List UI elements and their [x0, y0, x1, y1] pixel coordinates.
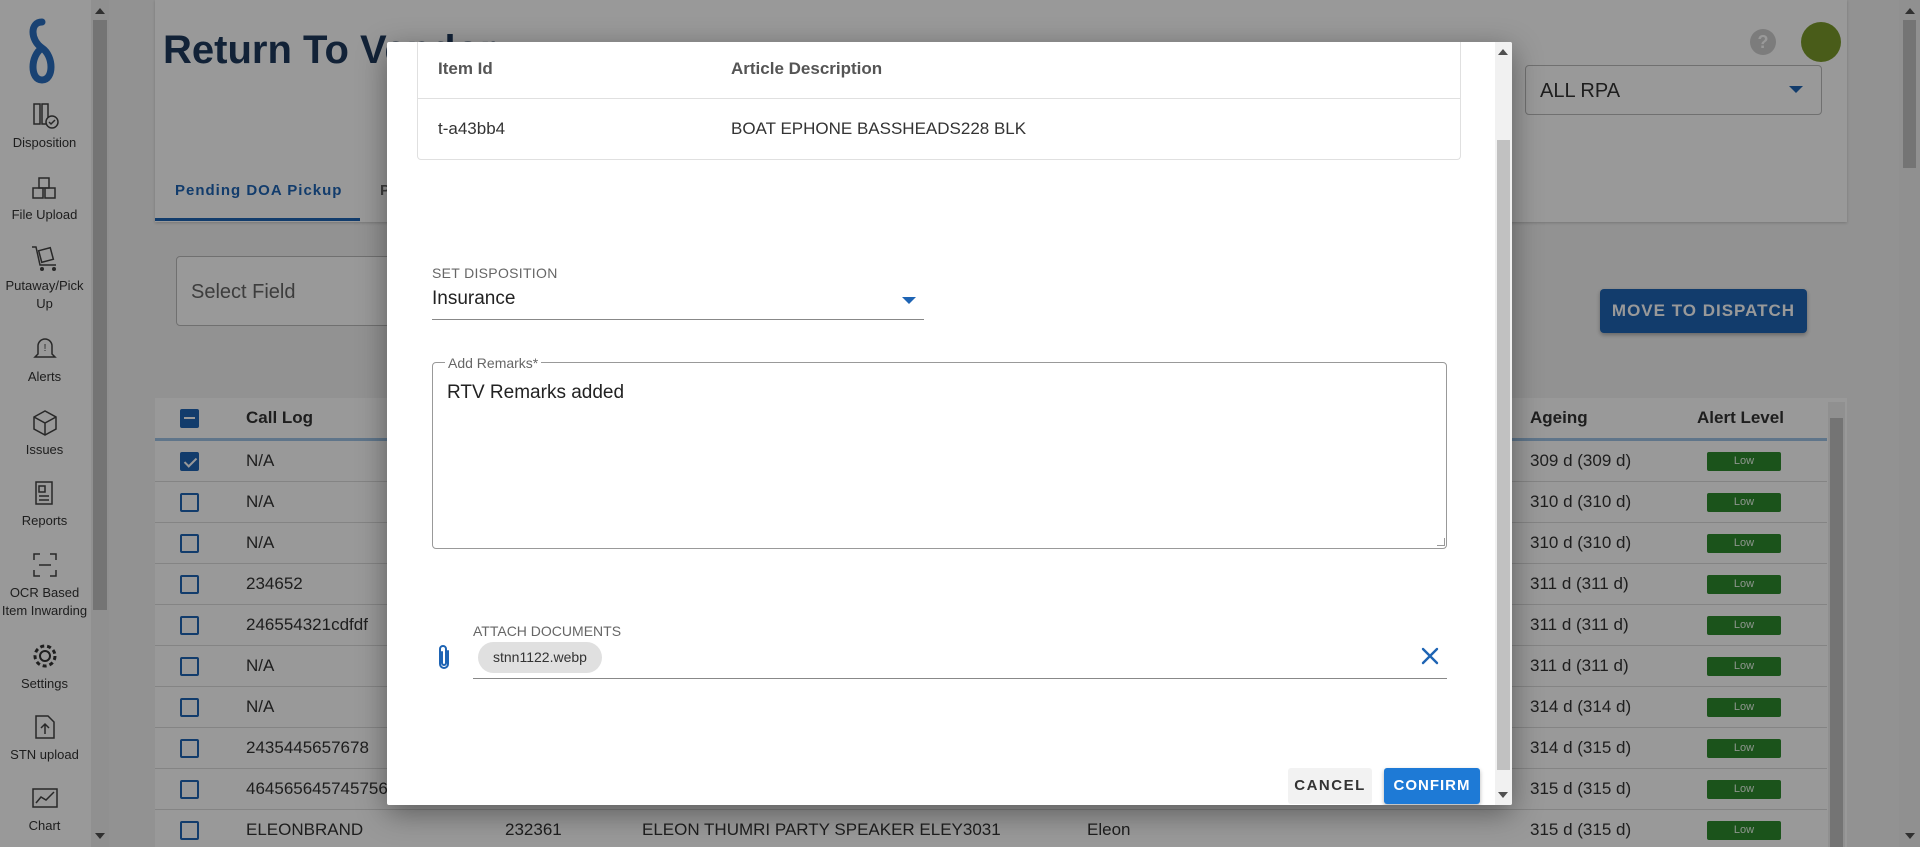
- item-id-value: t-a43bb4: [438, 119, 506, 138]
- confirm-button[interactable]: CONFIRM: [1384, 768, 1480, 804]
- chevron-down-icon[interactable]: [902, 297, 916, 304]
- remarks-label: Add Remarks*: [445, 355, 542, 371]
- article-description-header: Article Description: [731, 59, 883, 78]
- resize-handle-icon[interactable]: [1437, 538, 1445, 546]
- paperclip-icon[interactable]: [435, 644, 453, 672]
- remarks-text[interactable]: RTV Remarks added: [447, 382, 624, 404]
- set-disposition-select[interactable]: Insurance: [432, 288, 515, 310]
- scroll-thumb[interactable]: [1497, 140, 1510, 770]
- disposition-underline: [432, 319, 924, 320]
- set-disposition-label: SET DISPOSITION: [432, 265, 558, 281]
- disposition-dialog: Item Id Article Description t-a43bb4 BOA…: [387, 42, 1512, 805]
- attach-documents-label: ATTACH DOCUMENTS: [473, 623, 622, 639]
- attach-underline: [473, 678, 1447, 679]
- item-table: Item Id Article Description t-a43bb4 BOA…: [417, 42, 1461, 160]
- scroll-down-icon[interactable]: [1498, 792, 1508, 798]
- attached-file-chip[interactable]: stnn1122.webp: [478, 642, 602, 673]
- article-description-value: BOAT EPHONE BASSHEADS228 BLK: [731, 119, 1027, 138]
- item-id-header: Item Id: [438, 59, 493, 78]
- cancel-button[interactable]: CANCEL: [1288, 768, 1372, 804]
- close-icon[interactable]: [1420, 646, 1440, 666]
- item-table-divider: [418, 98, 1460, 99]
- modal-scrollbar[interactable]: [1495, 42, 1512, 805]
- scroll-up-icon[interactable]: [1498, 49, 1508, 55]
